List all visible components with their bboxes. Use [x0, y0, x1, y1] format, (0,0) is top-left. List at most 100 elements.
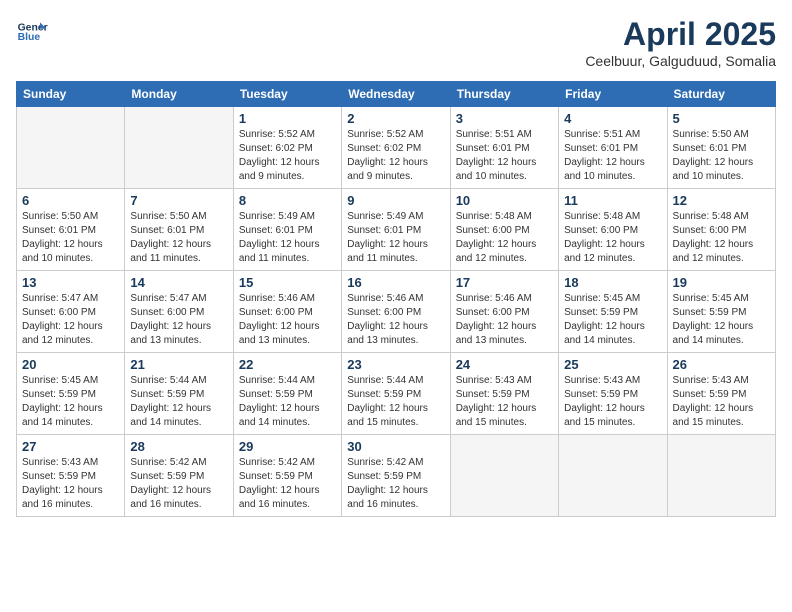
- calendar-cell: 3 Sunrise: 5:51 AMSunset: 6:01 PMDaylight…: [450, 107, 558, 189]
- day-number: 23: [347, 357, 444, 372]
- day-info: Sunrise: 5:45 AMSunset: 5:59 PMDaylight:…: [673, 292, 770, 348]
- day-info: Sunrise: 5:44 AMSunset: 5:59 PMDaylight:…: [239, 374, 336, 430]
- day-info: Sunrise: 5:47 AMSunset: 6:00 PMDaylight:…: [130, 292, 227, 348]
- day-info: Sunrise: 5:43 AMSunset: 5:59 PMDaylight:…: [564, 374, 661, 430]
- calendar-week-4: 20 Sunrise: 5:45 AMSunset: 5:59 PMDayligh…: [17, 353, 776, 435]
- calendar-subtitle: Ceelbuur, Galguduud, Somalia: [585, 53, 776, 69]
- day-info: Sunrise: 5:51 AMSunset: 6:01 PMDaylight:…: [564, 128, 661, 184]
- calendar-cell: [559, 435, 667, 517]
- calendar-cell: 12 Sunrise: 5:48 AMSunset: 6:00 PMDayligh…: [667, 189, 775, 271]
- day-number: 18: [564, 275, 661, 290]
- calendar-cell: 10Sunrise: 5:48 AMSunset: 6:00 PMDayligh…: [450, 189, 558, 271]
- day-info: Sunrise: 5:50 AMSunset: 6:01 PMDaylight:…: [673, 128, 770, 184]
- day-number: 11: [564, 193, 661, 208]
- day-info: Sunrise: 5:45 AMSunset: 5:59 PMDaylight:…: [22, 374, 119, 430]
- day-info: Sunrise: 5:46 AMSunset: 6:00 PMDaylight:…: [239, 292, 336, 348]
- day-info: Sunrise: 5:42 AMSunset: 5:59 PMDaylight:…: [239, 456, 336, 512]
- calendar-cell: 23 Sunrise: 5:44 AMSunset: 5:59 PMDayligh…: [342, 353, 450, 435]
- calendar-cell: 28Sunrise: 5:42 AMSunset: 5:59 PMDayligh…: [125, 435, 233, 517]
- weekday-header-wednesday: Wednesday: [342, 82, 450, 107]
- day-info: Sunrise: 5:45 AMSunset: 5:59 PMDaylight:…: [564, 292, 661, 348]
- day-number: 8: [239, 193, 336, 208]
- calendar-cell: 16 Sunrise: 5:46 AMSunset: 6:00 PMDayligh…: [342, 271, 450, 353]
- day-number: 13: [22, 275, 119, 290]
- calendar-cell: 5 Sunrise: 5:50 AMSunset: 6:01 PMDaylight…: [667, 107, 775, 189]
- day-info: Sunrise: 5:49 AMSunset: 6:01 PMDaylight:…: [239, 210, 336, 266]
- day-number: 16: [347, 275, 444, 290]
- weekday-header-friday: Friday: [559, 82, 667, 107]
- day-number: 24: [456, 357, 553, 372]
- calendar-cell: 25Sunrise: 5:43 AMSunset: 5:59 PMDayligh…: [559, 353, 667, 435]
- logo-icon: General Blue: [16, 16, 48, 48]
- calendar-week-1: 1 Sunrise: 5:52 AMSunset: 6:02 PMDaylight…: [17, 107, 776, 189]
- weekday-header-tuesday: Tuesday: [233, 82, 341, 107]
- calendar-cell: 2Sunrise: 5:52 AMSunset: 6:02 PMDaylight…: [342, 107, 450, 189]
- calendar-cell: 30 Sunrise: 5:42 AMSunset: 5:59 PMDayligh…: [342, 435, 450, 517]
- calendar-cell: 1 Sunrise: 5:52 AMSunset: 6:02 PMDaylight…: [233, 107, 341, 189]
- day-number: 17: [456, 275, 553, 290]
- day-number: 14: [130, 275, 227, 290]
- calendar-cell: 27 Sunrise: 5:43 AMSunset: 5:59 PMDayligh…: [17, 435, 125, 517]
- weekday-header-monday: Monday: [125, 82, 233, 107]
- calendar-cell: 7 Sunrise: 5:50 AMSunset: 6:01 PMDaylight…: [125, 189, 233, 271]
- day-info: Sunrise: 5:42 AMSunset: 5:59 PMDaylight:…: [130, 456, 227, 512]
- calendar-cell: 29 Sunrise: 5:42 AMSunset: 5:59 PMDayligh…: [233, 435, 341, 517]
- logo: General Blue General Blue: [16, 16, 48, 48]
- day-info: Sunrise: 5:48 AMSunset: 6:00 PMDaylight:…: [564, 210, 661, 266]
- day-number: 26: [673, 357, 770, 372]
- day-number: 15: [239, 275, 336, 290]
- calendar-cell: [667, 435, 775, 517]
- day-info: Sunrise: 5:43 AMSunset: 5:59 PMDaylight:…: [456, 374, 553, 430]
- day-info: Sunrise: 5:52 AMSunset: 6:02 PMDaylight:…: [239, 128, 336, 184]
- calendar-title: April 2025: [585, 16, 776, 53]
- calendar-cell: [17, 107, 125, 189]
- calendar-cell: [125, 107, 233, 189]
- day-number: 1: [239, 111, 336, 126]
- day-info: Sunrise: 5:43 AMSunset: 5:59 PMDaylight:…: [673, 374, 770, 430]
- calendar-week-5: 27 Sunrise: 5:43 AMSunset: 5:59 PMDayligh…: [17, 435, 776, 517]
- svg-text:Blue: Blue: [18, 32, 41, 43]
- calendar-cell: 21 Sunrise: 5:44 AMSunset: 5:59 PMDayligh…: [125, 353, 233, 435]
- day-number: 20: [22, 357, 119, 372]
- day-number: 12: [673, 193, 770, 208]
- day-info: Sunrise: 5:44 AMSunset: 5:59 PMDaylight:…: [130, 374, 227, 430]
- calendar-cell: 18 Sunrise: 5:45 AMSunset: 5:59 PMDayligh…: [559, 271, 667, 353]
- day-info: Sunrise: 5:48 AMSunset: 6:00 PMDaylight:…: [673, 210, 770, 266]
- day-number: 27: [22, 439, 119, 454]
- day-number: 19: [673, 275, 770, 290]
- calendar-cell: 11 Sunrise: 5:48 AMSunset: 6:00 PMDayligh…: [559, 189, 667, 271]
- calendar-cell: 13 Sunrise: 5:47 AMSunset: 6:00 PMDayligh…: [17, 271, 125, 353]
- day-info: Sunrise: 5:44 AMSunset: 5:59 PMDaylight:…: [347, 374, 444, 430]
- day-info: Sunrise: 5:42 AMSunset: 5:59 PMDaylight:…: [347, 456, 444, 512]
- calendar-body: 1 Sunrise: 5:52 AMSunset: 6:02 PMDaylight…: [17, 107, 776, 517]
- title-block: April 2025 Ceelbuur, Galguduud, Somalia: [585, 16, 776, 69]
- day-info: Sunrise: 5:50 AMSunset: 6:01 PMDaylight:…: [130, 210, 227, 266]
- day-number: 5: [673, 111, 770, 126]
- day-number: 6: [22, 193, 119, 208]
- calendar-cell: 17 Sunrise: 5:46 AMSunset: 6:00 PMDayligh…: [450, 271, 558, 353]
- page-header: General Blue General Blue April 2025 Cee…: [16, 16, 776, 69]
- day-info: Sunrise: 5:46 AMSunset: 6:00 PMDaylight:…: [456, 292, 553, 348]
- day-number: 10: [456, 193, 553, 208]
- day-number: 22: [239, 357, 336, 372]
- weekday-header-saturday: Saturday: [667, 82, 775, 107]
- calendar-cell: 22 Sunrise: 5:44 AMSunset: 5:59 PMDayligh…: [233, 353, 341, 435]
- day-number: 4: [564, 111, 661, 126]
- calendar-cell: 9Sunrise: 5:49 AMSunset: 6:01 PMDaylight…: [342, 189, 450, 271]
- day-number: 3: [456, 111, 553, 126]
- calendar-cell: 26 Sunrise: 5:43 AMSunset: 5:59 PMDayligh…: [667, 353, 775, 435]
- day-info: Sunrise: 5:43 AMSunset: 5:59 PMDaylight:…: [22, 456, 119, 512]
- day-info: Sunrise: 5:47 AMSunset: 6:00 PMDaylight:…: [22, 292, 119, 348]
- calendar-cell: 15 Sunrise: 5:46 AMSunset: 6:00 PMDayligh…: [233, 271, 341, 353]
- day-number: 30: [347, 439, 444, 454]
- day-number: 29: [239, 439, 336, 454]
- calendar-cell: 14 Sunrise: 5:47 AMSunset: 6:00 PMDayligh…: [125, 271, 233, 353]
- day-number: 9: [347, 193, 444, 208]
- calendar-cell: 19 Sunrise: 5:45 AMSunset: 5:59 PMDayligh…: [667, 271, 775, 353]
- day-number: 21: [130, 357, 227, 372]
- day-number: 7: [130, 193, 227, 208]
- day-info: Sunrise: 5:46 AMSunset: 6:00 PMDaylight:…: [347, 292, 444, 348]
- day-info: Sunrise: 5:51 AMSunset: 6:01 PMDaylight:…: [456, 128, 553, 184]
- calendar-cell: [450, 435, 558, 517]
- calendar-week-2: 6 Sunrise: 5:50 AMSunset: 6:01 PMDaylight…: [17, 189, 776, 271]
